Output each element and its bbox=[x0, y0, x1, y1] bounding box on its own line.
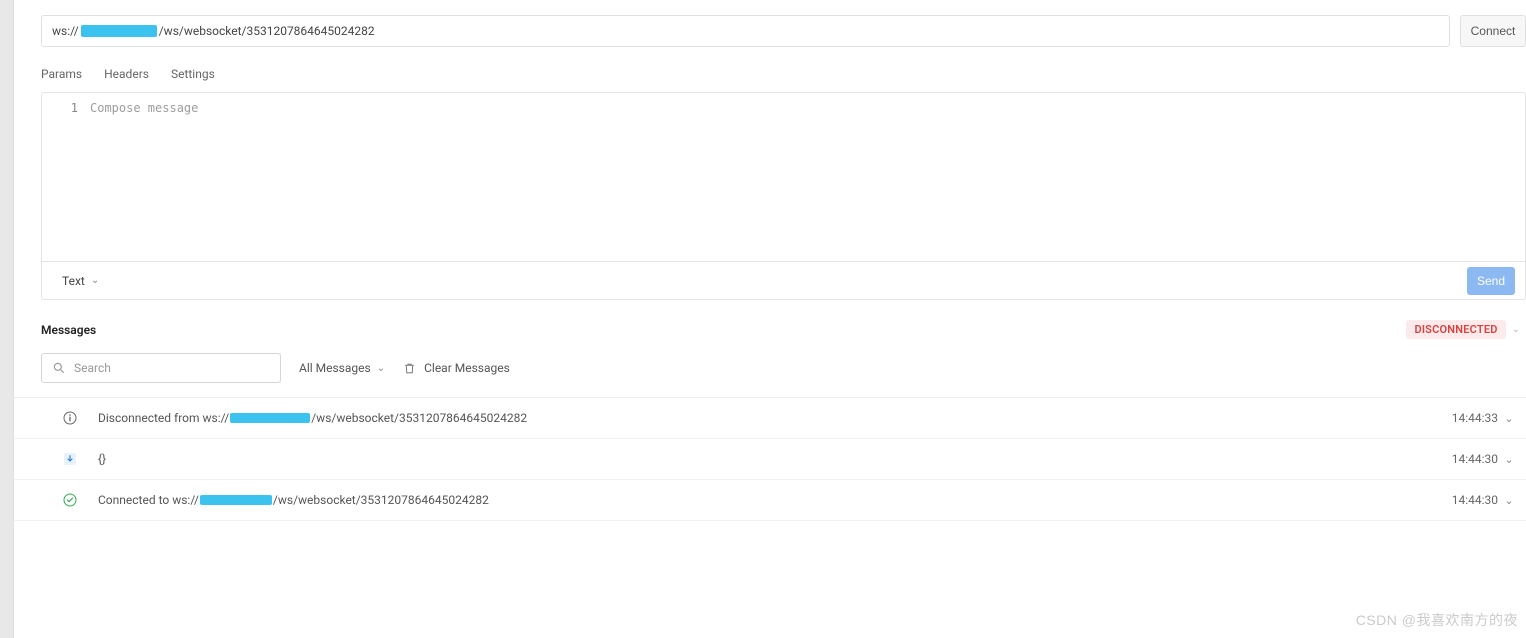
url-input[interactable]: ws:// /ws/websocket/3531207864645024282 bbox=[41, 15, 1450, 47]
trash-icon bbox=[403, 362, 416, 375]
connect-button[interactable]: Connect bbox=[1460, 15, 1526, 47]
message-row[interactable]: Connected to ws:///ws/websocket/35312078… bbox=[14, 480, 1526, 521]
editor-gutter: 1 bbox=[42, 93, 90, 261]
clear-label: Clear Messages bbox=[424, 361, 510, 375]
message-row[interactable]: {}14:44:30⌄ bbox=[14, 439, 1526, 480]
tab-settings[interactable]: Settings bbox=[171, 67, 215, 81]
message-list: Disconnected from ws:///ws/websocket/353… bbox=[14, 397, 1526, 521]
row-text: Disconnected from ws:///ws/websocket/353… bbox=[98, 411, 1452, 425]
tab-headers[interactable]: Headers bbox=[104, 67, 149, 81]
compose-editor[interactable]: 1 Compose message bbox=[42, 93, 1525, 261]
filters-row: Search All Messages ⌄ Clear Messages bbox=[14, 339, 1526, 391]
arrow-down-icon bbox=[62, 451, 78, 467]
row-icon bbox=[62, 451, 98, 467]
row-text: {} bbox=[98, 452, 1452, 466]
messages-header: Messages DISCONNECTED ⌄ bbox=[14, 300, 1526, 339]
row-icon bbox=[62, 492, 98, 508]
row-timestamp: 14:44:30 bbox=[1452, 452, 1498, 466]
url-row: ws:// /ws/websocket/3531207864645024282 … bbox=[14, 0, 1526, 47]
search-placeholder: Search bbox=[74, 361, 111, 375]
info-icon bbox=[62, 410, 78, 426]
compose-box: 1 Compose message Text ⌄ Send bbox=[41, 92, 1526, 300]
row-icon bbox=[62, 410, 98, 426]
chevron-down-icon: ⌄ bbox=[377, 363, 385, 374]
chevron-down-icon[interactable]: ⌄ bbox=[1512, 324, 1520, 335]
message-type-label: Text bbox=[62, 274, 85, 288]
left-strip bbox=[0, 0, 14, 638]
search-input[interactable]: Search bbox=[41, 353, 281, 383]
chevron-down-icon[interactable]: ⌄ bbox=[1498, 453, 1520, 466]
message-type-dropdown[interactable]: Text ⌄ bbox=[62, 274, 99, 288]
filter-label: All Messages bbox=[299, 361, 371, 375]
chevron-down-icon[interactable]: ⌄ bbox=[1498, 494, 1520, 507]
editor-body[interactable]: Compose message bbox=[90, 93, 1525, 261]
clear-messages-button[interactable]: Clear Messages bbox=[403, 361, 510, 375]
connection-status: DISCONNECTED bbox=[1406, 320, 1505, 339]
search-icon bbox=[52, 361, 66, 375]
messages-title: Messages bbox=[41, 323, 96, 337]
row-timestamp: 14:44:33 bbox=[1452, 411, 1498, 425]
watermark: CSDN @我喜欢南方的夜 bbox=[1356, 610, 1518, 630]
row-timestamp: 14:44:30 bbox=[1452, 493, 1498, 507]
row-text: Connected to ws:///ws/websocket/35312078… bbox=[98, 493, 1452, 507]
checkmark-circle-icon bbox=[62, 492, 78, 508]
redacted-segment bbox=[200, 495, 272, 505]
url-redacted bbox=[81, 25, 157, 37]
chevron-down-icon: ⌄ bbox=[91, 275, 99, 286]
compose-bar: Text ⌄ Send bbox=[42, 261, 1525, 299]
messages-filter-dropdown[interactable]: All Messages ⌄ bbox=[299, 361, 385, 375]
send-button[interactable]: Send bbox=[1467, 267, 1515, 295]
main-panel: ws:// /ws/websocket/3531207864645024282 … bbox=[14, 0, 1526, 638]
tabs-row: Params Headers Settings bbox=[14, 47, 1526, 92]
message-row[interactable]: Disconnected from ws:///ws/websocket/353… bbox=[14, 398, 1526, 439]
chevron-down-icon[interactable]: ⌄ bbox=[1498, 412, 1520, 425]
url-prefix: ws:// bbox=[52, 24, 79, 38]
tab-params[interactable]: Params bbox=[41, 67, 82, 81]
url-suffix: /ws/websocket/3531207864645024282 bbox=[159, 24, 375, 38]
redacted-segment bbox=[230, 413, 310, 423]
